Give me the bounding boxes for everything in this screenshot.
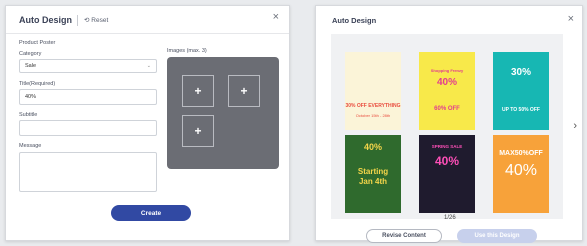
title-input[interactable]: 40%	[19, 89, 157, 105]
subtitle-input[interactable]	[19, 120, 157, 136]
card-tagline: SPRING SALE	[431, 144, 463, 149]
card-headline: 40%	[504, 162, 538, 179]
card-tagline: 60% OFF	[434, 106, 460, 112]
create-button[interactable]: Create	[111, 205, 191, 221]
message-textarea[interactable]	[19, 152, 157, 192]
category-select[interactable]: Sale ⌄	[19, 59, 157, 73]
image-upload-area: + + +	[167, 57, 279, 169]
header-divider	[77, 15, 78, 26]
close-icon[interactable]: ×	[273, 12, 279, 23]
reset-button[interactable]: ⟲ Reset	[84, 16, 108, 24]
section-label: Product Poster	[19, 40, 56, 46]
title-label: Title(Required)	[19, 81, 56, 87]
design-card[interactable]: MAX50%OFF 40%	[493, 135, 549, 213]
dialog-title: Auto Design	[332, 16, 377, 25]
card-headline: 40%	[434, 154, 460, 168]
add-image-slot-1[interactable]: +	[182, 75, 214, 107]
add-image-slot-2[interactable]: +	[228, 75, 260, 107]
add-image-slot-3[interactable]: +	[182, 115, 214, 147]
card-tagline: MAX50%OFF	[499, 150, 543, 157]
auto-design-results-dialog: Auto Design × 30% OFF EVERYTHING October…	[315, 5, 583, 243]
subtitle-label: Subtitle	[19, 112, 38, 118]
chevron-down-icon: ⌄	[146, 63, 151, 69]
design-grid: 30% OFF EVERYTHING October 15th - 28th 4…	[331, 34, 563, 219]
use-this-design-button[interactable]: Use this Design	[457, 229, 537, 243]
page-indicator: 1/26	[444, 215, 456, 221]
card-subtext: October 15th - 28th	[355, 113, 391, 118]
next-page-icon[interactable]: ›	[573, 120, 577, 132]
plus-icon: +	[194, 124, 202, 138]
card-subtext: Shopping Frenzy	[430, 68, 464, 73]
card-headline: 40%	[363, 142, 382, 152]
card-tagline: UP TO 50% OFF	[502, 107, 540, 113]
title-value: 40%	[25, 94, 37, 100]
design-card[interactable]: 40% Shopping Frenzy 60% OFF	[419, 52, 475, 130]
dialog-header: Auto Design ⟲ Reset ×	[6, 6, 289, 34]
design-card[interactable]: SPRING SALE 40%	[419, 135, 475, 213]
dialog-header: Auto Design ×	[316, 6, 582, 34]
card-tagline: Starting	[357, 167, 389, 176]
revise-content-button[interactable]: Revise Content	[366, 229, 442, 243]
auto-design-form-dialog: Auto Design ⟲ Reset × Product Poster Cat…	[5, 5, 290, 241]
card-headline: 30% OFF EVERYTHING	[345, 103, 401, 109]
images-label: Images (max. 3)	[167, 48, 207, 54]
dialog-title: Auto Design	[19, 15, 72, 25]
close-icon[interactable]: ×	[568, 14, 574, 25]
plus-icon: +	[240, 84, 248, 98]
design-card[interactable]: 40% Starting Jan 4th	[345, 135, 401, 213]
category-value: Sale	[25, 63, 37, 69]
category-label: Category	[19, 51, 42, 57]
card-headline: 30%	[510, 67, 531, 78]
card-headline: 40%	[436, 77, 457, 88]
plus-icon: +	[194, 84, 202, 98]
message-label: Message	[19, 143, 42, 149]
design-card[interactable]: 30% UP TO 50% OFF	[493, 52, 549, 130]
reset-label: Reset	[91, 17, 109, 24]
card-tagline: Jan 4th	[358, 177, 387, 186]
design-card[interactable]: 30% OFF EVERYTHING October 15th - 28th	[345, 52, 401, 130]
